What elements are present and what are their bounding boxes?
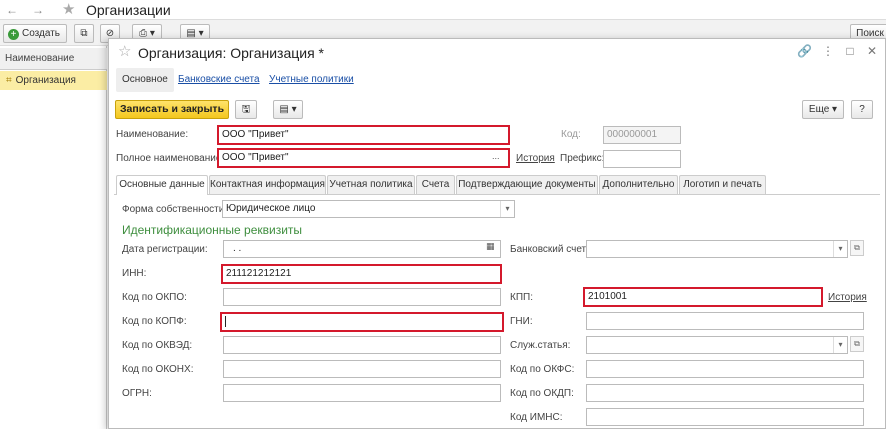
- open-icon[interactable]: ⧉: [850, 240, 864, 256]
- nav-accounting-policies[interactable]: Учетные политики: [269, 73, 354, 87]
- chevron-down-icon[interactable]: ▾: [500, 201, 514, 217]
- inn-input[interactable]: 211121212121: [221, 264, 502, 284]
- forward-arrow-icon[interactable]: →: [28, 2, 48, 18]
- section-title: Идентификационные реквизиты: [122, 223, 303, 237]
- reg-date-input[interactable]: . .: [223, 240, 501, 258]
- save-icon[interactable]: 🖫: [235, 100, 257, 119]
- close-icon[interactable]: ✕: [865, 44, 879, 58]
- list-item-label: Организация: [15, 75, 76, 86]
- okved-input[interactable]: [223, 336, 501, 354]
- code-input[interactable]: 000000001: [603, 126, 681, 144]
- maximize-icon[interactable]: □: [843, 44, 857, 58]
- save-and-close-button[interactable]: Записать и закрыть: [115, 100, 229, 119]
- okonkh-input[interactable]: [223, 360, 501, 378]
- tab-logo-and-seal[interactable]: Логотип и печать: [679, 175, 766, 194]
- imns-label: Код ИМНС:: [510, 412, 563, 423]
- prefix-input[interactable]: [603, 150, 681, 168]
- tabs-divider: [114, 194, 880, 195]
- okonkh-label: Код по ОКОНХ:: [122, 364, 194, 375]
- kpp-label: КПП:: [510, 292, 533, 303]
- inn-label: ИНН:: [122, 268, 147, 279]
- gni-input[interactable]: [586, 312, 864, 330]
- organization-icon: ⌗: [6, 75, 12, 86]
- okpo-input[interactable]: [223, 288, 501, 306]
- ogrn-input[interactable]: [223, 384, 501, 402]
- form-title: Организация: Организация *: [138, 45, 324, 61]
- okdp-label: Код по ОКДП:: [510, 388, 574, 399]
- tab-contact-info[interactable]: Контактная информация: [209, 175, 326, 194]
- tab-additional[interactable]: Дополнительно: [599, 175, 678, 194]
- chevron-down-icon[interactable]: ▾: [833, 337, 847, 353]
- more-label: Еще: [808, 104, 830, 115]
- help-button[interactable]: ?: [851, 100, 873, 119]
- ownership-label: Форма собственности:: [122, 204, 228, 215]
- favorite-star-icon[interactable]: ★: [62, 0, 75, 18]
- kopf-label: Код по КОПФ:: [122, 316, 187, 327]
- imns-input[interactable]: [586, 408, 864, 426]
- reg-date-value: . .: [233, 243, 242, 254]
- more-button[interactable]: Еще ▾: [802, 100, 844, 119]
- copy-icon[interactable]: ⧉: [74, 24, 94, 43]
- full-name-history-link[interactable]: История: [516, 152, 555, 166]
- open-icon[interactable]: ⧉: [850, 336, 864, 352]
- okfs-input[interactable]: [586, 360, 864, 378]
- kpp-history-link[interactable]: История: [828, 291, 867, 305]
- list-item[interactable]: ⌗ Организация: [0, 71, 107, 90]
- full-name-label: Полное наименование:: [116, 153, 225, 164]
- ownership-value: Юридическое лицо: [226, 203, 316, 214]
- kpp-input[interactable]: 2101001: [583, 287, 823, 307]
- service-article-select[interactable]: [586, 336, 848, 354]
- organizations-list: [0, 46, 107, 429]
- bank-account-label: Банковский счет:: [510, 244, 589, 255]
- chevron-down-icon[interactable]: ▾: [833, 241, 847, 257]
- nav-main[interactable]: Основное: [116, 68, 174, 92]
- calendar-icon[interactable]: ▦: [486, 241, 495, 252]
- tab-accounting-policy[interactable]: Учетная политика: [327, 175, 415, 194]
- okfs-label: Код по ОКФС:: [510, 364, 575, 375]
- ownership-select[interactable]: Юридическое лицо: [222, 200, 515, 218]
- tab-supporting-docs[interactable]: Подтверждающие документы: [456, 175, 598, 194]
- bank-account-select[interactable]: [586, 240, 848, 258]
- favorite-star-icon[interactable]: ☆: [118, 42, 131, 60]
- text-cursor: [225, 316, 226, 327]
- create-button[interactable]: + Создать: [3, 24, 67, 43]
- gni-label: ГНИ:: [510, 316, 533, 327]
- kopf-input[interactable]: [220, 312, 504, 332]
- okpo-label: Код по ОКПО:: [122, 292, 187, 303]
- name-input[interactable]: ООО "Привет": [217, 125, 510, 145]
- back-arrow-icon[interactable]: ←: [2, 2, 22, 18]
- tab-main-data[interactable]: Основные данные: [116, 175, 208, 195]
- prefix-label: Префикс:: [560, 153, 605, 164]
- service-article-label: Служ.статья:: [510, 340, 571, 351]
- list-header-name[interactable]: Наименование: [0, 48, 107, 70]
- ogrn-label: ОГРН:: [122, 388, 152, 399]
- plus-icon: +: [8, 29, 19, 40]
- nav-bank-accounts[interactable]: Банковские счета: [178, 73, 260, 87]
- ellipsis-icon[interactable]: ...: [492, 151, 500, 161]
- reg-date-label: Дата регистрации:: [122, 244, 208, 255]
- background-window-title: Организации: [86, 2, 171, 18]
- full-name-input[interactable]: ООО "Привет": [217, 148, 510, 168]
- okdp-input[interactable]: [586, 384, 864, 402]
- link-icon[interactable]: 🔗: [797, 44, 812, 58]
- okved-label: Код по ОКВЭД:: [122, 340, 193, 351]
- more-vertical-icon[interactable]: ⋮: [821, 44, 835, 58]
- tab-accounts[interactable]: Счета: [416, 175, 455, 194]
- report-icon[interactable]: ▤ ▾: [273, 100, 303, 119]
- name-label: Наименование:: [116, 129, 189, 140]
- code-label: Код:: [561, 129, 581, 140]
- create-label: Создать: [22, 28, 61, 39]
